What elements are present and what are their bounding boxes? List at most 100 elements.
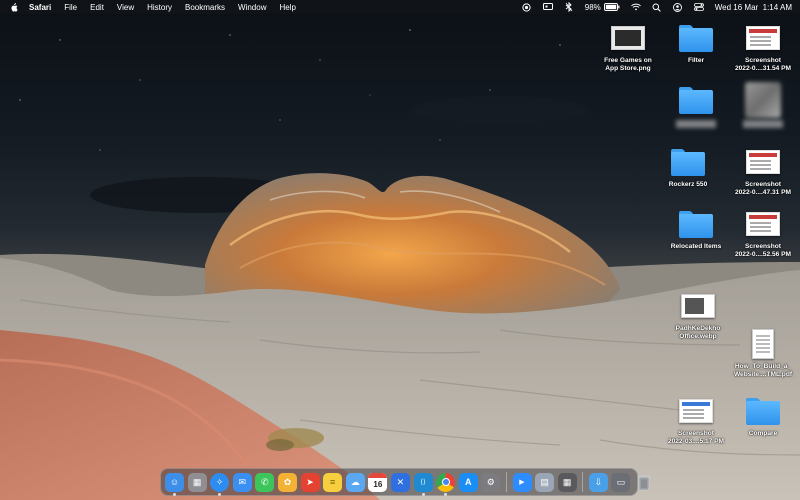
file-icon	[745, 82, 781, 118]
messages-glyph: ✆	[261, 476, 269, 487]
status-area: 98% Wed 16 Mar 1:14 AM	[522, 2, 792, 12]
downloads-folder-icon[interactable]: ⇩	[588, 472, 608, 492]
chrome-center	[441, 478, 450, 486]
messages-icon[interactable]: ✆	[255, 472, 275, 492]
notes-glyph: ≡	[330, 477, 336, 487]
desktop-icon-label: Screenshot 2022-0....31.54 PM	[734, 57, 792, 73]
system-preferences-icon[interactable]: ⚙	[481, 472, 501, 492]
photos-icon[interactable]: ✿	[277, 472, 297, 492]
bluetooth-icon[interactable]	[564, 2, 574, 12]
screen-record-icon[interactable]	[522, 2, 532, 12]
desktop-icon-label: Relocated Items	[670, 243, 722, 250]
vscode-icon[interactable]: ⟨⟩	[413, 472, 433, 496]
battery-status[interactable]: 98%	[585, 2, 620, 12]
xcode-icon[interactable]: ✕	[390, 472, 410, 492]
menu-edit[interactable]: Edit	[90, 3, 104, 12]
desktop-file-free-games[interactable]: Free Games on App Store.png	[590, 22, 666, 74]
icloud-glyph: ☁	[350, 476, 360, 487]
zoom-icon[interactable]: ▶	[512, 472, 532, 492]
launchpad-glyph: ▦	[192, 476, 202, 487]
desktop-folder-filter[interactable]: Filter	[658, 22, 734, 65]
menu-file[interactable]: File	[64, 3, 77, 12]
menu-bookmarks[interactable]: Bookmarks	[185, 3, 225, 12]
menu-help[interactable]: Help	[279, 3, 295, 12]
screenshot-file-icon	[679, 395, 713, 427]
screenshot-file-icon	[746, 146, 780, 178]
image-file-icon	[681, 290, 715, 322]
clock[interactable]: Wed 16 Mar 1:14 AM	[715, 3, 792, 12]
desktop-folder-blurred[interactable]	[658, 84, 734, 128]
search-icon[interactable]	[652, 2, 662, 12]
calculator-glyph: ▦	[562, 476, 572, 487]
icloud-drive-icon[interactable]: ☁	[345, 472, 365, 492]
screenshot-file-icon	[746, 22, 780, 54]
desktop-icon-label: Screenshot 2022-0....47.31 PM	[734, 181, 792, 197]
menu-history[interactable]: History	[147, 3, 172, 12]
zoom-glyph: ▶	[519, 479, 525, 486]
folder-icon	[679, 208, 713, 240]
dock-separator	[582, 472, 584, 492]
finder-icon[interactable]: ☺	[165, 472, 184, 496]
todoist-icon[interactable]: ➤	[300, 472, 320, 492]
menu-window[interactable]: Window	[238, 3, 266, 12]
user-icon[interactable]	[673, 2, 683, 12]
safari-icon[interactable]: ✧	[210, 472, 230, 496]
desktop-folder-compare[interactable]: Compare	[725, 395, 800, 438]
desktop-folder-rockerz[interactable]: Rockerz 550	[650, 146, 726, 189]
screenshot-file-icon	[746, 208, 780, 240]
blurred-label	[676, 120, 716, 128]
vscode-glyph: ⟨⟩	[420, 479, 426, 486]
menu-app-name[interactable]: Safari	[29, 3, 51, 12]
desktop-file-screenshot-2[interactable]: Screenshot 2022-0....47.31 PM	[725, 146, 800, 198]
trash-icon[interactable]	[634, 473, 653, 492]
app-store-glyph: A	[464, 477, 472, 487]
folder-icon	[671, 146, 705, 178]
desktop-file-screenshot-4[interactable]: Screenshot 2022-03....5.17 PM	[658, 395, 734, 447]
desktop-icon-label: Compare	[748, 430, 778, 437]
dock-separator	[505, 472, 507, 492]
desktop-icon-label: Screenshot 2022-03....5.17 PM	[667, 430, 725, 446]
dock: ☺ ▦ ✧ ✉ ✆ ✿ ➤ ≡ ☁ 16 ✕ ⟨⟩ A ⚙ ▶ ▤ ▦ ⇩ ▭	[160, 468, 650, 496]
desktop-file-screenshot-3[interactable]: Screenshot 2022-0....52.56 PM	[725, 208, 800, 260]
app-store-icon[interactable]: A	[458, 472, 478, 492]
wifi-icon[interactable]	[630, 2, 641, 12]
settings-glyph: ⚙	[486, 476, 495, 487]
desktop-file-how-to-build-pdf[interactable]: How_To_Build_a_ Website....TML.pdf	[725, 328, 800, 380]
safari-glyph: ✧	[215, 476, 224, 487]
desktop-icon-label: How_To_Build_a_ Website....TML.pdf	[733, 363, 793, 379]
menu-bar: Safari File Edit View History Bookmarks …	[0, 0, 800, 14]
desktop-stack-icon[interactable]: ▭	[611, 472, 631, 492]
folder-icon	[679, 22, 713, 54]
todoist-glyph: ➤	[306, 476, 314, 487]
preview-icon[interactable]: ▤	[535, 472, 555, 492]
notes-icon[interactable]: ≡	[323, 472, 343, 492]
xcode-glyph: ✕	[396, 476, 405, 487]
photos-glyph: ✿	[283, 476, 292, 487]
battery-icon	[603, 2, 620, 12]
folder-icon	[679, 84, 713, 116]
apple-menu-icon[interactable]	[8, 2, 20, 12]
display-icon[interactable]	[542, 2, 553, 12]
launchpad-icon[interactable]: ▦	[187, 472, 207, 492]
downloads-glyph: ⇩	[594, 476, 603, 487]
control-center-icon[interactable]	[693, 2, 704, 12]
calculator-icon[interactable]: ▦	[557, 472, 577, 492]
image-file-icon	[611, 22, 645, 54]
desktop-file-screenshot-1[interactable]: Screenshot 2022-0....31.54 PM	[725, 22, 800, 74]
battery-percent: 98%	[584, 2, 601, 12]
desktop-icon-label: Free Games on App Store.png	[604, 57, 652, 73]
desktop-icon-label: Filter	[687, 57, 705, 64]
preview-glyph: ▤	[540, 476, 549, 487]
calendar-day: 16	[373, 479, 383, 489]
desktop-file-blurred[interactable]	[725, 82, 800, 128]
mail-glyph: ✉	[238, 476, 247, 487]
pdf-file-icon	[752, 328, 774, 360]
desktop-icon-label: Rockerz 550	[668, 181, 708, 188]
menu-view[interactable]: View	[117, 3, 134, 12]
calendar-icon[interactable]: 16	[368, 472, 388, 492]
desktop-folder-relocated-items[interactable]: Relocated Items	[658, 208, 734, 251]
chrome-icon[interactable]	[436, 472, 456, 496]
mail-icon[interactable]: ✉	[232, 472, 252, 492]
blurred-label	[743, 120, 783, 128]
stack-glyph: ▭	[616, 476, 626, 487]
